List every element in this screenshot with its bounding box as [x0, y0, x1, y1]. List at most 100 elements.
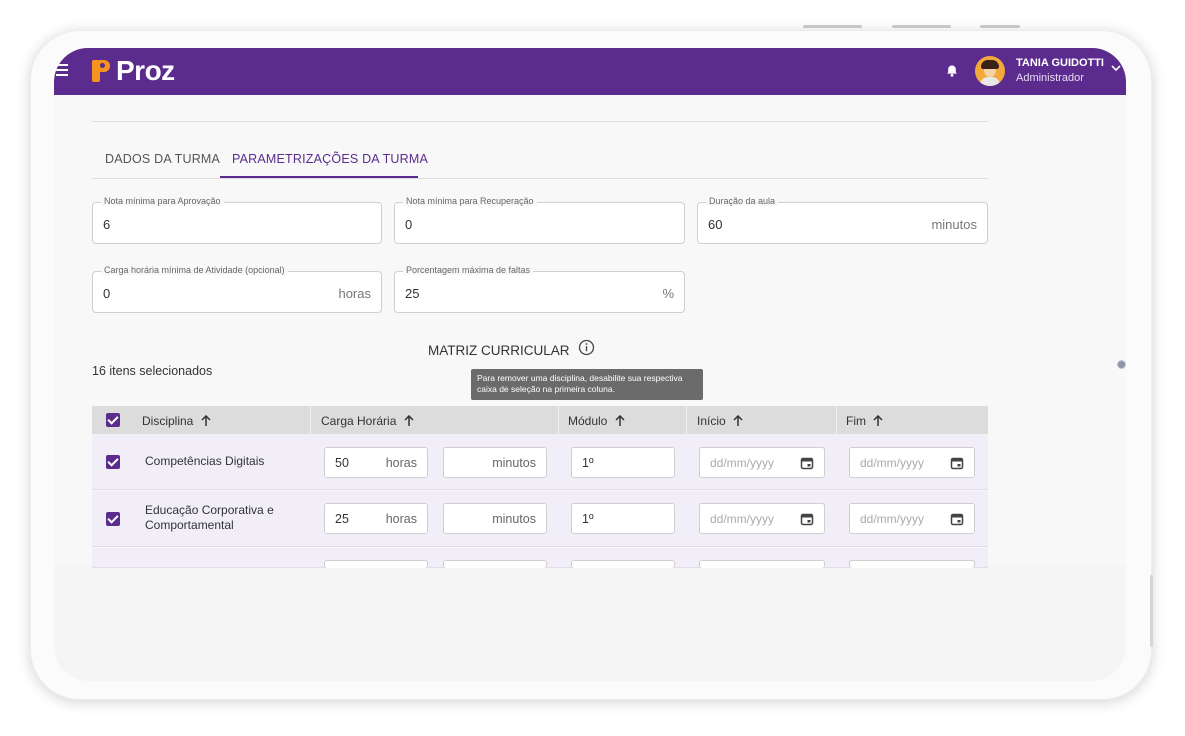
field-label: Porcentagem máxima de faltas [403, 265, 534, 275]
horas-value: 25 [335, 512, 349, 526]
carga-atividade-field[interactable]: Carga horária mínima de Atividade (opcio… [92, 265, 382, 313]
field-suffix: horas [338, 286, 371, 301]
fim-date-input[interactable] [849, 560, 975, 568]
date-placeholder: dd/mm/yyyy [860, 456, 925, 470]
user-role: Administrador [1016, 72, 1084, 84]
nota-aprovacao-field[interactable]: Nota mínima para Aprovação 6 [92, 196, 382, 244]
curriculum-table: Disciplina Carga Horária Módulo Início F… [92, 406, 988, 568]
table-header: Disciplina Carga Horária Módulo Início F… [92, 406, 988, 434]
disciplina-name: Competências Digitais [145, 454, 265, 468]
horas-input[interactable]: 50 horas [324, 447, 428, 478]
porcentagem-faltas-field[interactable]: Porcentagem máxima de faltas 25 % [394, 265, 685, 313]
column-header-carga-horaria[interactable]: Carga Horária [321, 414, 414, 428]
decorative-bar [803, 25, 862, 28]
field-value: 6 [103, 217, 111, 232]
inicio-date-input[interactable]: dd/mm/yyyy [699, 447, 825, 478]
modulo-input[interactable]: 1º [571, 503, 675, 534]
field-label: Carga horária mínima de Atividade (opcio… [101, 265, 288, 275]
arrow-up-icon [201, 415, 211, 426]
tab-dados-da-turma[interactable]: DADOS DA TURMA [105, 152, 220, 166]
column-separator [686, 406, 687, 434]
disciplina-name: Educação Corporativa e Comportamental [145, 503, 274, 532]
horas-value: 50 [335, 456, 349, 470]
field-label: Nota mínima para Aprovação [101, 196, 224, 206]
user-name: TANIA GUIDOTTI [1016, 57, 1104, 69]
menu-icon[interactable] [56, 64, 68, 79]
divider [92, 121, 988, 122]
nota-recuperacao-field[interactable]: Nota mínima para Recuperação 0 [394, 196, 685, 244]
decorative-bar [980, 25, 1020, 28]
column-separator [558, 406, 559, 434]
row-checkbox[interactable] [106, 455, 120, 469]
duracao-aula-field[interactable]: Duração da aula 60 minutos [697, 196, 988, 244]
tab-bar: DADOS DA TURMA PARAMETRIZAÇÕES DA TURMA [92, 143, 988, 179]
minutos-input[interactable]: minutos [443, 447, 547, 478]
column-header-label: Disciplina [142, 414, 194, 428]
field-value: 60 [708, 217, 723, 232]
modulo-input[interactable] [571, 560, 675, 568]
field-label: Duração da aula [706, 196, 779, 206]
column-header-disciplina[interactable]: Disciplina [142, 414, 211, 428]
table-row [92, 548, 988, 568]
horas-input[interactable] [324, 560, 428, 568]
column-header-fim[interactable]: Fim [846, 414, 883, 428]
minutos-suffix: minutos [492, 456, 536, 470]
select-all-checkbox[interactable] [106, 413, 120, 427]
arrow-up-icon [873, 415, 883, 426]
chevron-down-icon[interactable] [1111, 64, 1121, 72]
top-bar: Proz TANIA GUIDOTTI Administrador [54, 48, 1126, 95]
tab-parametrizacoes-da-turma[interactable]: PARAMETRIZAÇÕES DA TURMA [232, 152, 428, 166]
arrow-up-icon [733, 415, 743, 426]
fim-date-input[interactable]: dd/mm/yyyy [849, 503, 975, 534]
field-label: Nota mínima para Recuperação [403, 196, 537, 206]
modulo-value: 1º [582, 456, 594, 470]
calendar-icon[interactable] [800, 456, 814, 470]
table-row: Educação Corporativa e Comportamental 25… [92, 491, 988, 547]
info-icon[interactable] [578, 339, 595, 356]
field-suffix: % [662, 286, 674, 301]
minutos-input[interactable] [443, 560, 547, 568]
field-value: 0 [103, 286, 111, 301]
calendar-icon[interactable] [950, 456, 964, 470]
active-tab-indicator [220, 176, 418, 178]
horas-input[interactable]: 25 horas [324, 503, 428, 534]
date-placeholder: dd/mm/yyyy [710, 512, 775, 526]
horas-suffix: horas [385, 456, 417, 470]
arrow-up-icon [615, 415, 625, 426]
modulo-input[interactable]: 1º [571, 447, 675, 478]
field-value: 0 [405, 217, 413, 232]
selected-count: 16 itens selecionados [92, 364, 213, 378]
horas-suffix: horas [385, 512, 417, 526]
bell-icon[interactable] [945, 64, 959, 78]
arrow-up-icon [404, 415, 414, 426]
column-header-label: Início [697, 414, 726, 428]
matrix-title: MATRIZ CURRICULAR [428, 343, 570, 358]
field-suffix: minutos [931, 217, 977, 232]
calendar-icon[interactable] [800, 512, 814, 526]
column-header-inicio[interactable]: Início [697, 414, 743, 428]
column-header-label: Carga Horária [321, 414, 397, 428]
field-value: 25 [405, 286, 420, 301]
logo[interactable]: Proz [90, 54, 175, 88]
calendar-icon[interactable] [950, 512, 964, 526]
scroll-indicator[interactable] [1117, 360, 1126, 369]
minutos-input[interactable]: minutos [443, 503, 547, 534]
device-side-button [1150, 575, 1153, 647]
row-checkbox[interactable] [106, 512, 120, 526]
inicio-date-input[interactable] [699, 560, 825, 568]
column-header-label: Módulo [568, 414, 608, 428]
avatar[interactable] [975, 56, 1005, 86]
inicio-date-input[interactable]: dd/mm/yyyy [699, 503, 825, 534]
decorative-bar [892, 25, 951, 28]
column-header-modulo[interactable]: Módulo [568, 414, 625, 428]
fim-date-input[interactable]: dd/mm/yyyy [849, 447, 975, 478]
table-row: Competências Digitais 50 horas minutos 1… [92, 434, 988, 490]
date-placeholder: dd/mm/yyyy [860, 512, 925, 526]
column-separator [836, 406, 837, 434]
logo-text: Proz [116, 55, 175, 86]
minutos-suffix: minutos [492, 512, 536, 526]
date-placeholder: dd/mm/yyyy [710, 456, 775, 470]
main-content: DADOS DA TURMA PARAMETRIZAÇÕES DA TURMA … [54, 95, 1126, 568]
column-separator [310, 406, 311, 434]
info-tooltip: Para remover uma disciplina, desabilite … [471, 369, 703, 400]
